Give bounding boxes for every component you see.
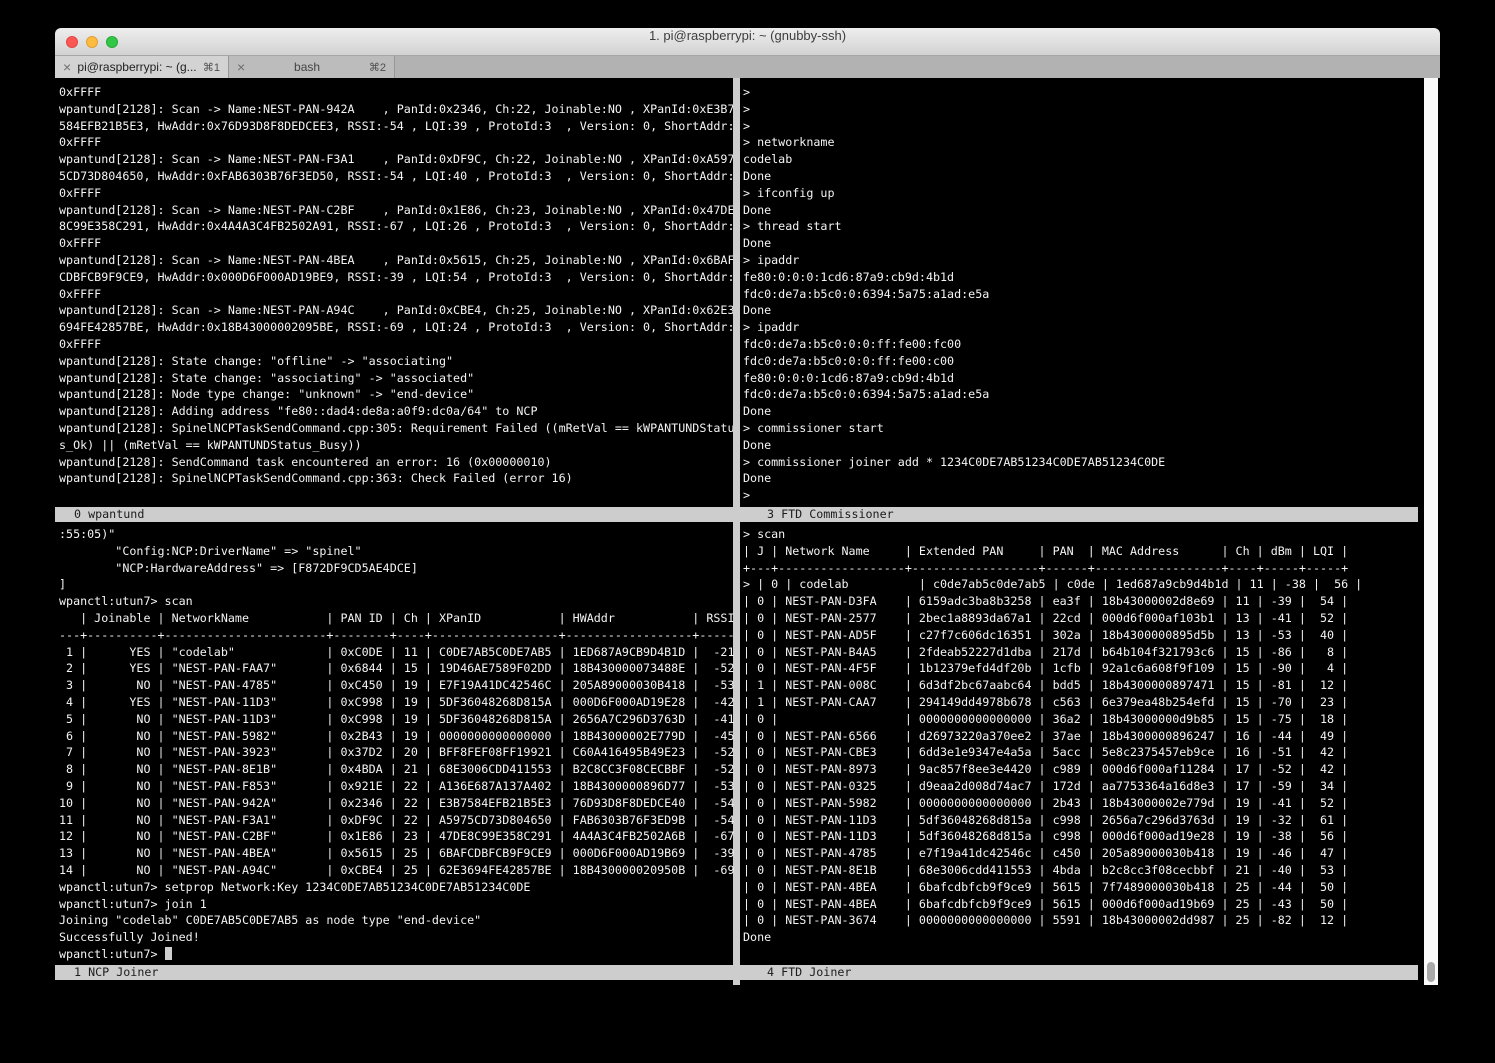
tab-bar: × pi@raspberrypi: ~ (g... ⌘1 × bash ⌘2: [55, 56, 1440, 78]
tab-close-icon[interactable]: ×: [63, 59, 71, 75]
scrollbar-thumb[interactable]: [1427, 962, 1435, 982]
minimize-window-button[interactable]: [86, 36, 98, 48]
pane-ncp-joiner[interactable]: :55:05)" "Config:NCP:DriverName" => "spi…: [59, 526, 735, 963]
pane-title-ftd-commissioner: 3 FTD Commissioner: [733, 507, 1418, 522]
window-title: 1. pi@raspberrypi: ~ (gnubby-ssh): [55, 28, 1440, 43]
tab-bash[interactable]: × bash ⌘2: [229, 56, 395, 78]
tab-label: pi@raspberrypi: ~ (g...: [77, 60, 197, 74]
traffic-lights: [66, 36, 118, 48]
pane-title-wpantund: 0 wpantund: [55, 507, 740, 522]
tab-shortcut: ⌘2: [369, 61, 386, 74]
zoom-window-button[interactable]: [106, 36, 118, 48]
tab-ssh-session[interactable]: × pi@raspberrypi: ~ (g... ⌘1: [55, 56, 229, 78]
pane-ftd-commissioner[interactable]: > > > > networkname codelab Done > ifcon…: [743, 84, 1421, 504]
pane-title-ncp-joiner: 1 NCP Joiner: [55, 965, 740, 980]
tab-close-icon[interactable]: ×: [237, 59, 245, 75]
terminal-cursor: [165, 947, 172, 960]
tab-shortcut: ⌘1: [203, 61, 220, 74]
tab-label: bash: [251, 60, 363, 74]
scrollbar[interactable]: [1424, 78, 1438, 985]
terminal-window: 1. pi@raspberrypi: ~ (gnubby-ssh) × pi@r…: [55, 28, 1440, 985]
close-window-button[interactable]: [66, 36, 78, 48]
pane-wpantund-log[interactable]: 0xFFFF wpantund[2128]: Scan -> Name:NEST…: [59, 84, 735, 488]
pane-title-ftd-joiner: 4 FTD Joiner: [733, 965, 1418, 980]
window-titlebar[interactable]: 1. pi@raspberrypi: ~ (gnubby-ssh): [55, 28, 1440, 56]
pane-ftd-joiner[interactable]: > scan | J | Network Name | Extended PAN…: [743, 526, 1421, 946]
terminal-content: 0xFFFF wpantund[2128]: Scan -> Name:NEST…: [55, 78, 1440, 985]
